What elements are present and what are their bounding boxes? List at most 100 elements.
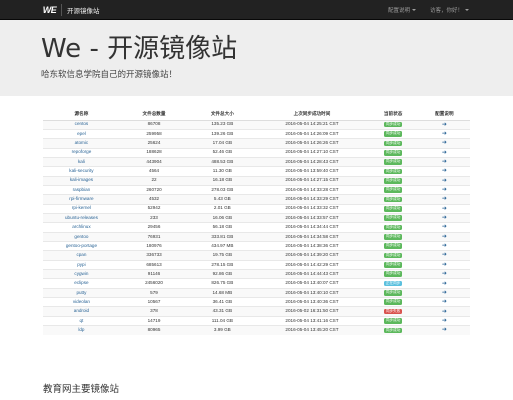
arrow-right-icon[interactable]: ➜ <box>442 159 447 165</box>
arrow-right-icon[interactable]: ➜ <box>442 299 447 305</box>
mirror-name-link[interactable]: ldp <box>43 325 120 335</box>
mirror-name-link[interactable]: kali <box>43 156 120 167</box>
status-cell: 同步成功 <box>367 325 419 335</box>
table-row: pypi 685613 278.15 GB 2016-05-04 14:42:29 C… <box>43 259 470 270</box>
nav-config-dropdown[interactable]: 配置说明 <box>388 6 416 14</box>
file-count: 4532 <box>119 194 189 205</box>
arrow-right-icon[interactable]: ➜ <box>442 187 447 193</box>
status-badge: 同步成功 <box>383 271 403 277</box>
mirror-name-link[interactable]: eclipse <box>43 278 120 289</box>
mirror-name-link[interactable]: putty <box>43 287 120 298</box>
status-badge: 同步成功 <box>383 299 403 305</box>
nav-visitor-dropdown[interactable]: 访客，你好！ <box>430 6 469 14</box>
config-cell: ➜ <box>418 222 470 233</box>
arrow-right-icon[interactable]: ➜ <box>442 252 447 258</box>
mirror-name-link[interactable]: epel <box>43 128 120 139</box>
table-row: raspbian 260720 278.03 GB 2016-05-04 14:33:… <box>43 184 470 195</box>
arrow-right-icon[interactable]: ➜ <box>442 234 447 240</box>
arrow-right-icon[interactable]: ➜ <box>442 309 447 315</box>
last-sync-time: 2016-05-04 14:33:32 CST <box>256 203 368 214</box>
arrow-right-icon[interactable]: ➜ <box>442 262 447 268</box>
status-cell: 同步成功 <box>367 166 419 177</box>
mirror-name-link[interactable]: qt <box>43 315 120 326</box>
status-cell: 同步成功 <box>367 212 419 223</box>
file-count: 14719 <box>119 315 189 326</box>
file-count: 86708 <box>119 119 189 130</box>
top-navbar: WE 开源镜像站 配置说明 访客，你好！ <box>0 0 513 20</box>
config-cell: ➜ <box>418 259 470 270</box>
header-config: 配置说明 <box>418 108 470 121</box>
mirror-name-link[interactable]: repoforge <box>43 147 120 158</box>
arrow-right-icon[interactable]: ➜ <box>442 196 447 202</box>
last-sync-time: 2016-05-04 14:38:36 CST <box>256 240 368 251</box>
total-size: 434.97 MB <box>188 240 257 251</box>
total-size: 52.46 GB <box>188 147 257 158</box>
total-size: 16.06 GB <box>188 212 257 223</box>
config-cell: ➜ <box>418 287 470 298</box>
last-sync-time: 2016-05-04 14:26:26 CST <box>256 138 368 149</box>
config-cell: ➜ <box>418 194 470 205</box>
mirror-name-link[interactable]: kali-images <box>43 175 120 186</box>
file-count: 76931 <box>119 231 189 242</box>
arrow-right-icon[interactable]: ➜ <box>442 150 447 156</box>
config-cell: ➜ <box>418 278 470 289</box>
mirror-name-link[interactable]: ubuntu-releases <box>43 212 120 223</box>
status-cell: 同步失败 <box>367 306 419 317</box>
mirror-name-link[interactable]: gentoo-portage <box>43 240 120 251</box>
arrow-right-icon[interactable]: ➜ <box>442 224 447 230</box>
last-sync-time: 2016-05-04 14:42:29 CST <box>256 259 368 270</box>
arrow-right-icon[interactable]: ➜ <box>442 281 447 287</box>
arrow-right-icon[interactable]: ➜ <box>442 206 447 212</box>
arrow-right-icon[interactable]: ➜ <box>442 271 447 277</box>
file-count: 579 <box>119 287 189 298</box>
status-cell: 同步成功 <box>367 184 419 195</box>
table-row: rpi-firmware 4532 5.43 GB 2016-05-04 14:33:… <box>43 194 470 205</box>
nav-right: 配置说明 访客，你好！ <box>388 0 469 20</box>
total-size: 5.43 GB <box>188 194 257 205</box>
file-count: 10567 <box>119 297 189 307</box>
arrow-right-icon[interactable]: ➜ <box>442 140 447 146</box>
arrow-right-icon[interactable]: ➜ <box>442 131 447 137</box>
status-cell: 同步成功 <box>367 231 419 242</box>
mirror-name-link[interactable]: centos <box>43 119 120 130</box>
status-badge: 同步成功 <box>383 215 403 221</box>
mirror-name-link[interactable]: android <box>43 306 120 317</box>
status-cell: 同步成功 <box>367 222 419 233</box>
mirror-name-link[interactable]: rpi-kernel <box>43 203 120 214</box>
total-size: 135.23 GB <box>188 119 257 130</box>
mirror-name-link[interactable]: cygwin <box>43 268 120 279</box>
brand[interactable]: WE 开源镜像站 <box>41 3 100 16</box>
mirror-name-link[interactable]: archlinux <box>43 222 120 233</box>
mirror-name-link[interactable]: atomic <box>43 138 120 149</box>
arrow-right-icon[interactable]: ➜ <box>442 178 447 184</box>
file-count: 2456020 <box>119 278 189 289</box>
mirror-name-link[interactable]: cpan <box>43 250 120 261</box>
arrow-right-icon[interactable]: ➜ <box>442 122 447 128</box>
mirror-name-link[interactable]: kali-security <box>43 166 120 177</box>
config-cell: ➜ <box>418 297 470 307</box>
status-badge: 同步成功 <box>383 187 403 193</box>
mirror-name-link[interactable]: raspbian <box>43 184 120 195</box>
status-badge: 同步成功 <box>383 159 403 165</box>
status-cell: 同步成功 <box>367 119 419 130</box>
file-count: 180976 <box>119 240 189 251</box>
status-badge: 同步成功 <box>383 234 403 240</box>
status-cell: 同步成功 <box>367 297 419 307</box>
mirror-name-link[interactable]: videolan <box>43 297 120 307</box>
arrow-right-icon[interactable]: ➜ <box>442 318 447 324</box>
config-cell: ➜ <box>418 231 470 242</box>
arrow-right-icon[interactable]: ➜ <box>442 243 447 249</box>
mirror-name-link[interactable]: pypi <box>43 259 120 270</box>
mirror-name-link[interactable]: rpi-firmware <box>43 194 120 205</box>
arrow-right-icon[interactable]: ➜ <box>442 327 447 333</box>
table-row: videolan 10567 36.41 GB 2016-05-04 13:40:36… <box>43 297 470 307</box>
last-sync-time: 2016-05-04 14:27:10 CST <box>256 147 368 158</box>
arrow-right-icon[interactable]: ➜ <box>442 290 447 296</box>
mirror-name-link[interactable]: gentoo <box>43 231 120 242</box>
config-cell: ➜ <box>418 119 470 130</box>
status-badge: 同步成功 <box>383 205 403 212</box>
total-size: 16.18 GB <box>188 175 257 186</box>
arrow-right-icon[interactable]: ➜ <box>442 215 447 221</box>
arrow-right-icon[interactable]: ➜ <box>442 168 447 174</box>
file-count: 378 <box>119 306 189 317</box>
